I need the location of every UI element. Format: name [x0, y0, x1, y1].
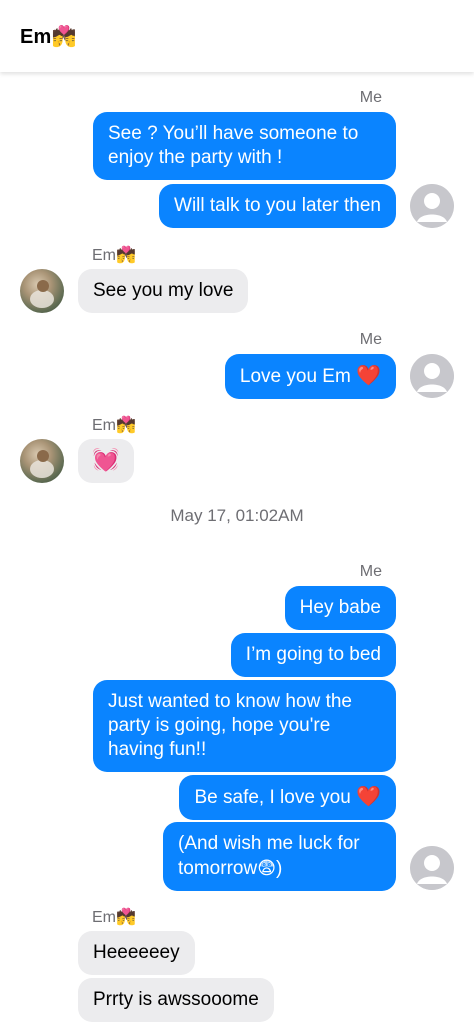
- sender-label-em: Em💏: [92, 247, 136, 264]
- em-avatar[interactable]: [20, 439, 64, 483]
- message-bubble-outgoing[interactable]: Just wanted to know how the party is goi…: [93, 680, 396, 772]
- message-bubble-outgoing[interactable]: (And wish me luck for tomorrow😨): [163, 822, 396, 891]
- message-text: Be safe, I love you: [194, 787, 351, 808]
- red-heart-icon: ❤️: [356, 365, 381, 387]
- my-avatar[interactable]: [410, 184, 454, 228]
- profile-photo: [30, 280, 54, 308]
- beating-heart-icon: 💓: [92, 447, 120, 472]
- person-silhouette-icon: [410, 184, 454, 228]
- sender-label-me: Me: [359, 563, 382, 580]
- message-text: ): [275, 858, 283, 879]
- message-bubble-outgoing[interactable]: Love you Em ❤️: [224, 354, 396, 399]
- message-bubble-outgoing[interactable]: Hey babe: [284, 586, 396, 630]
- red-heart-icon: ❤️: [356, 786, 381, 808]
- my-avatar[interactable]: [410, 846, 454, 890]
- message-bubble-incoming[interactable]: Prrty is awssooome: [78, 978, 274, 1022]
- message-bubble-incoming[interactable]: See you my love: [78, 269, 249, 313]
- sender-label-em: Em💏: [92, 909, 136, 926]
- message-bubble-incoming[interactable]: 💓: [78, 439, 134, 483]
- message-bubble-outgoing[interactable]: I’m going to bed: [230, 633, 396, 677]
- message-bubble-outgoing[interactable]: Be safe, I love you ❤️: [179, 775, 396, 820]
- message-bubble-outgoing[interactable]: Will talk to you later then: [159, 184, 396, 228]
- em-avatar[interactable]: [20, 269, 64, 313]
- message-bubble-incoming[interactable]: Heeeeeey: [78, 931, 195, 975]
- fearful-face-icon: 😨: [257, 858, 276, 878]
- message-text: Love you Em: [239, 366, 351, 387]
- message-text: (And wish me luck for: [178, 833, 360, 854]
- conversation-header: Em💏: [0, 0, 474, 72]
- sender-label-me: Me: [359, 89, 382, 106]
- profile-photo: [30, 450, 54, 478]
- message-text: tomorrow: [178, 858, 258, 879]
- message-bubble-outgoing[interactable]: See ? You’ll have someone to enjoy the p…: [93, 112, 396, 180]
- date-separator: May 17, 01:02AM: [170, 506, 304, 525]
- sender-label-em: Em💏: [92, 417, 136, 434]
- person-silhouette-icon: [410, 354, 454, 398]
- person-silhouette-icon: [410, 846, 454, 890]
- my-avatar[interactable]: [410, 354, 454, 398]
- sender-label-me: Me: [359, 331, 382, 348]
- conversation-title[interactable]: Em💏: [20, 24, 77, 49]
